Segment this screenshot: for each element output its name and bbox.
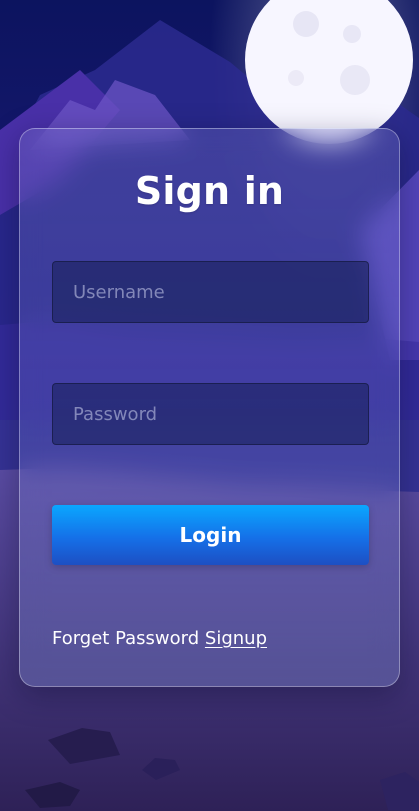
sign-in-title: Sign in xyxy=(134,169,285,213)
moon-crater xyxy=(288,70,304,86)
forget-password-link[interactable]: Forget Password xyxy=(52,628,199,649)
moon-crater xyxy=(343,25,361,43)
auth-links: Forget Password Signup xyxy=(52,627,267,651)
signup-link[interactable]: Signup xyxy=(205,628,267,649)
moon-crater xyxy=(340,65,370,95)
moon-crater xyxy=(293,11,319,37)
login-button[interactable]: Login xyxy=(52,505,369,565)
password-input[interactable] xyxy=(52,383,369,445)
login-card: Sign in Login Forget Password Signup xyxy=(19,128,400,687)
username-input[interactable] xyxy=(52,261,369,323)
